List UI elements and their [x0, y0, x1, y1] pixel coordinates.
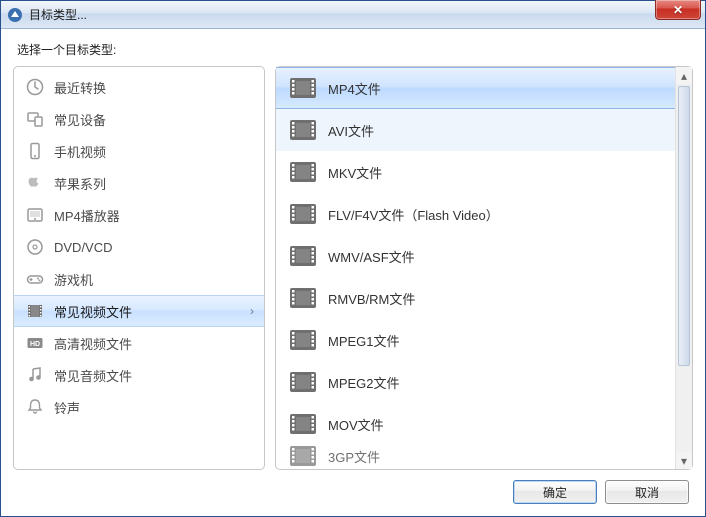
category-item-ring[interactable]: 铃声› — [14, 391, 264, 423]
client-area: 选择一个目标类型: 最近转换›常见设备›手机视频›苹果系列›MP4播放器›DVD… — [1, 29, 705, 516]
chevron-right-icon: › — [250, 304, 254, 318]
bell-icon — [26, 398, 44, 416]
film-icon — [290, 330, 316, 350]
hd-icon: HD — [26, 334, 44, 352]
category-item-video[interactable]: 常见视频文件 › — [14, 295, 264, 327]
clock-icon — [26, 78, 44, 96]
category-item-apple[interactable]: 苹果系列› — [14, 167, 264, 199]
format-label: MOV文件 — [328, 415, 384, 434]
category-item-audio[interactable]: 常见音频文件› — [14, 359, 264, 391]
format-item[interactable]: MOV文件 — [276, 403, 675, 445]
cancel-button-label: 取消 — [635, 484, 659, 501]
format-label: AVI文件 — [328, 121, 374, 140]
format-label: 3GP文件 — [328, 447, 380, 466]
format-item[interactable]: AVI文件 — [276, 109, 675, 151]
format-list: MP4文件 AVI文件 MKV文件 FLV/F4V文件（Flash Video） WMV… — [276, 67, 675, 469]
category-label: MP4播放器 — [54, 206, 254, 225]
format-label: MPEG2文件 — [328, 373, 400, 392]
button-row: 确定 取消 — [13, 470, 693, 504]
category-label: 常见音频文件 — [54, 366, 254, 385]
dialog-window: 目标类型... ✕ 选择一个目标类型: 最近转换›常见设备›手机视频›苹果系列›… — [0, 0, 706, 517]
film-icon — [290, 288, 316, 308]
film-icon — [290, 446, 316, 466]
format-item[interactable]: WMV/ASF文件 — [276, 235, 675, 277]
format-label: WMV/ASF文件 — [328, 247, 415, 266]
category-label: 手机视频 — [54, 142, 254, 161]
titlebar: 目标类型... ✕ — [1, 1, 705, 29]
format-label: FLV/F4V文件（Flash Video） — [328, 205, 499, 224]
format-item[interactable]: RMVB/RM文件 — [276, 277, 675, 319]
format-label: MPEG1文件 — [328, 331, 400, 350]
film-icon — [26, 302, 44, 320]
category-item-game[interactable]: 游戏机› — [14, 263, 264, 295]
window-title: 目标类型... — [29, 6, 87, 23]
category-label: 常见视频文件 — [54, 302, 240, 321]
music-icon — [26, 366, 44, 384]
prompt-label: 选择一个目标类型: — [17, 41, 693, 58]
category-item-mp4p[interactable]: MP4播放器› — [14, 199, 264, 231]
gamepad-icon — [26, 270, 44, 288]
format-item[interactable]: MPEG1文件 — [276, 319, 675, 361]
cancel-button[interactable]: 取消 — [605, 480, 689, 504]
category-label: 常见设备 — [54, 110, 254, 129]
disc-icon — [26, 238, 44, 256]
close-button[interactable]: ✕ — [655, 0, 701, 20]
category-item-mobile[interactable]: 手机视频› — [14, 135, 264, 167]
format-item[interactable]: MPEG2文件 — [276, 361, 675, 403]
film-icon — [290, 246, 316, 266]
film-icon — [290, 414, 316, 434]
phone-icon — [26, 142, 44, 160]
category-label: 高清视频文件 — [54, 334, 254, 353]
format-item[interactable]: MKV文件 — [276, 151, 675, 193]
film-icon — [290, 78, 316, 98]
category-item-disc[interactable]: DVD/VCD› — [14, 231, 264, 263]
category-list: 最近转换›常见设备›手机视频›苹果系列›MP4播放器›DVD/VCD›游戏机›常… — [14, 71, 264, 423]
category-label: DVD/VCD — [54, 240, 254, 255]
category-label: 苹果系列 — [54, 174, 254, 193]
close-icon: ✕ — [673, 3, 683, 17]
category-label: 游戏机 — [54, 270, 254, 289]
device-icon — [26, 110, 44, 128]
apple-icon — [26, 174, 44, 192]
format-item[interactable]: MP4文件 — [276, 67, 675, 109]
format-label: RMVB/RM文件 — [328, 289, 415, 308]
category-item-recent[interactable]: 最近转换› — [14, 71, 264, 103]
format-item[interactable]: FLV/F4V文件（Flash Video） — [276, 193, 675, 235]
ok-button[interactable]: 确定 — [513, 480, 597, 504]
scroll-down-button[interactable]: ▾ — [676, 452, 692, 469]
category-label: 铃声 — [54, 398, 254, 417]
format-item[interactable]: 3GP文件 — [276, 445, 675, 467]
category-pane: 最近转换›常见设备›手机视频›苹果系列›MP4播放器›DVD/VCD›游戏机›常… — [13, 66, 265, 470]
player-icon — [26, 206, 44, 224]
app-icon — [7, 7, 23, 23]
category-item-devices[interactable]: 常见设备› — [14, 103, 264, 135]
format-pane: MP4文件 AVI文件 MKV文件 FLV/F4V文件（Flash Video） WMV… — [275, 66, 693, 470]
scroll-track[interactable] — [676, 84, 692, 452]
scrollbar[interactable]: ▴ ▾ — [675, 67, 692, 469]
film-icon — [290, 162, 316, 182]
format-label: MP4文件 — [328, 79, 381, 98]
film-icon — [290, 120, 316, 140]
category-label: 最近转换 — [54, 78, 254, 97]
scroll-up-button[interactable]: ▴ — [676, 67, 692, 84]
format-list-wrap: MP4文件 AVI文件 MKV文件 FLV/F4V文件（Flash Video） WMV… — [276, 67, 675, 469]
ok-button-label: 确定 — [543, 484, 567, 501]
category-item-hd[interactable]: HD高清视频文件› — [14, 327, 264, 359]
scroll-thumb[interactable] — [678, 86, 690, 366]
format-label: MKV文件 — [328, 163, 382, 182]
film-icon — [290, 204, 316, 224]
film-icon — [290, 372, 316, 392]
panes: 最近转换›常见设备›手机视频›苹果系列›MP4播放器›DVD/VCD›游戏机›常… — [13, 66, 693, 470]
svg-text:HD: HD — [30, 341, 40, 348]
